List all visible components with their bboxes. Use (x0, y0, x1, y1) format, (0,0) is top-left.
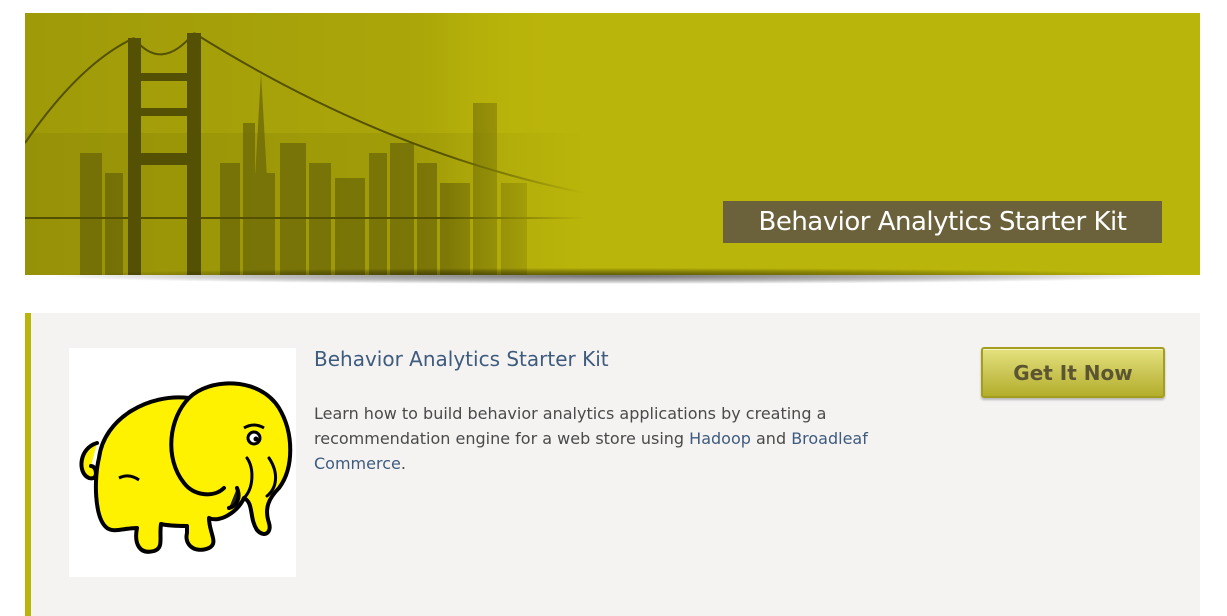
card-title[interactable]: Behavior Analytics Starter Kit (314, 347, 609, 371)
banner-title-box: Behavior Analytics Starter Kit (723, 201, 1162, 243)
get-it-now-button[interactable]: Get It Now (981, 347, 1165, 398)
elephant-icon (79, 381, 293, 554)
starter-kit-card: Behavior Analytics Starter Kit Learn how… (25, 313, 1200, 616)
hadoop-logo-image (69, 348, 296, 577)
hadoop-link[interactable]: Hadoop (689, 429, 751, 448)
card-description: Learn how to build behavior analytics ap… (314, 401, 874, 476)
description-text: . (400, 454, 406, 473)
description-text: and (750, 429, 792, 448)
banner-title: Behavior Analytics Starter Kit (758, 207, 1127, 237)
hero-banner: Behavior Analytics Starter Kit (25, 13, 1200, 275)
banner-shadow (55, 268, 1165, 284)
city-skyline-image (25, 13, 585, 275)
